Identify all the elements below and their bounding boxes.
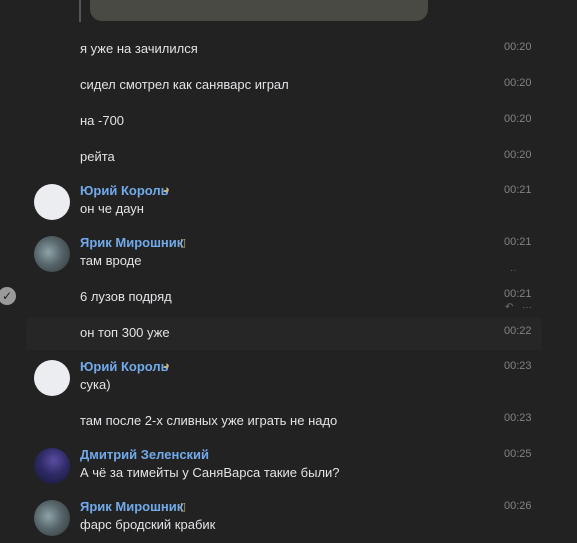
attachment-reply-bar xyxy=(79,0,81,22)
message-time: 00:21 xyxy=(504,288,532,300)
message-text: А чё за тимейты у СаняВарса такие были? xyxy=(80,465,340,480)
message-text: фарс бродский крабик xyxy=(80,517,216,532)
message-text: 6 лузов подряд xyxy=(80,289,172,304)
attachment-thumbnail[interactable] xyxy=(90,0,428,21)
message-time: 00:21 xyxy=(504,184,532,196)
message-text: он че даун xyxy=(80,201,144,216)
author-name[interactable]: Юрий Король xyxy=(80,359,169,374)
avatar[interactable] xyxy=(34,448,70,484)
message-text: на -700 xyxy=(80,113,125,128)
dots-icon: ·· xyxy=(510,265,517,276)
message-text: рейта xyxy=(80,149,115,164)
status-emoji-icon: ▯ xyxy=(180,501,187,513)
author-name[interactable]: Дмитрий Зеленский xyxy=(80,447,209,462)
avatar[interactable] xyxy=(34,360,70,396)
message-text: сидел смотрел как саняварс играл xyxy=(80,77,289,92)
status-emoji-icon: ▯ xyxy=(180,237,187,249)
author-name[interactable]: Юрий Король xyxy=(80,183,169,198)
message-text: там вроде xyxy=(80,253,142,268)
message-time: 00:22 xyxy=(504,325,532,337)
status-emoji-icon: ◕ xyxy=(163,184,170,196)
check-icon[interactable]: ✓ xyxy=(0,287,16,305)
message-time: 00:20 xyxy=(504,41,532,53)
message-time: 00:20 xyxy=(504,77,532,89)
message-time: 00:23 xyxy=(504,360,532,372)
reply-icon[interactable]: ↶ xyxy=(505,302,513,313)
message-time: 00:21 xyxy=(504,236,532,248)
message-time: 00:26 xyxy=(504,500,532,512)
message-text: сука) xyxy=(80,377,111,392)
avatar[interactable] xyxy=(34,236,70,272)
message-text: я уже на зачилился xyxy=(80,41,198,56)
message-text: там после 2-х сливных уже играть не надо xyxy=(80,413,338,428)
message-time: 00:20 xyxy=(504,113,532,125)
message-text: он топ 300 уже xyxy=(80,325,170,340)
message-time: 00:25 xyxy=(504,448,532,460)
avatar[interactable] xyxy=(34,500,70,536)
message-time: 00:23 xyxy=(504,412,532,424)
message-time: 00:20 xyxy=(504,149,532,161)
status-emoji-icon: ◕ xyxy=(163,360,170,372)
avatar[interactable] xyxy=(34,184,70,220)
author-name[interactable]: Ярик Мирошник xyxy=(80,235,183,250)
more-icon[interactable]: ··· xyxy=(522,302,532,313)
author-name[interactable]: Ярик Мирошник xyxy=(80,499,183,514)
